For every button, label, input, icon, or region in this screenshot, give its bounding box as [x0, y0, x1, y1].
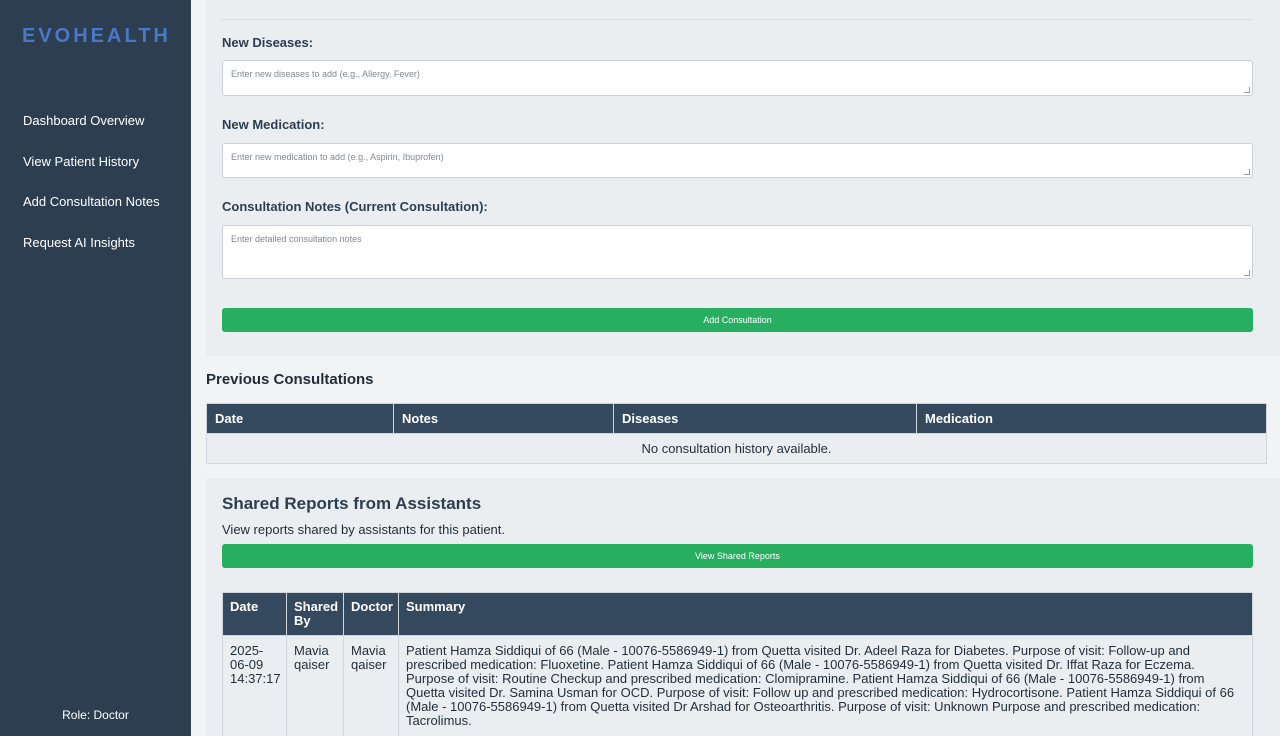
shared-reports-description: View reports shared by assistants for th… — [222, 522, 506, 537]
nav-dashboard-overview[interactable]: Dashboard Overview — [23, 113, 144, 128]
report-date: 2025-06-09 14:37:17 — [222, 635, 287, 736]
new-diseases-input[interactable]: Enter new diseases to add (e.g., Allergy… — [222, 60, 1253, 96]
empty-history-message: No consultation history available. — [206, 433, 1267, 464]
nav-add-consultation-notes[interactable]: Add Consultation Notes — [23, 194, 160, 209]
column-header-medication: Medication — [916, 403, 1267, 434]
column-header-notes: Notes — [393, 403, 614, 434]
view-shared-reports-button[interactable]: View Shared Reports — [222, 544, 1253, 568]
report-shared-by: Mavia qaiser — [286, 635, 344, 736]
column-header-shared-by: Shared By — [286, 592, 344, 636]
report-doctor: Mavia qaiser — [343, 635, 399, 736]
main-content: New Diseases: Enter new diseases to add … — [191, 0, 1280, 736]
sidebar: EVOHEALTH Dashboard Overview View Patien… — [0, 0, 191, 736]
evohealth-logo[interactable]: EVOHEALTH — [22, 24, 172, 46]
column-header-date: Date — [222, 592, 287, 636]
previous-consultations-title: Previous Consultations — [206, 371, 374, 388]
new-medication-input[interactable]: Enter new medication to add (e.g., Aspir… — [222, 143, 1253, 178]
previous-consultations-table: Date Notes Diseases Medication No consul… — [206, 403, 1267, 464]
report-summary: Patient Hamza Siddiqui of 66 (Male - 100… — [398, 635, 1253, 736]
new-medication-label: New Medication: — [222, 117, 325, 132]
consultation-notes-input[interactable]: Enter detailed consultation notes — [222, 225, 1253, 279]
add-consultation-button[interactable]: Add Consultation — [222, 308, 1253, 332]
logo-text: EVOHEALTH — [22, 25, 171, 46]
divider — [221, 19, 1252, 20]
new-diseases-label: New Diseases: — [222, 35, 314, 50]
shared-reports-title: Shared Reports from Assistants — [222, 494, 482, 513]
column-header-summary: Summary — [398, 592, 1253, 636]
column-header-doctor: Doctor — [343, 592, 399, 636]
column-header-date: Date — [206, 403, 394, 434]
nav-view-patient-history[interactable]: View Patient History — [23, 154, 139, 169]
nav-request-ai-insights[interactable]: Request AI Insights — [23, 235, 135, 250]
table-row: 2025-06-09 14:37:17 Mavia qaiser Mavia q… — [222, 635, 1253, 736]
consultation-notes-label: Consultation Notes (Current Consultation… — [222, 199, 488, 214]
role-label: Role: Doctor — [62, 708, 129, 722]
consultation-form-card — [206, 0, 1280, 356]
shared-reports-table: Date Shared By Doctor Summary 2025-06-09… — [222, 592, 1253, 736]
column-header-diseases: Diseases — [613, 403, 917, 434]
